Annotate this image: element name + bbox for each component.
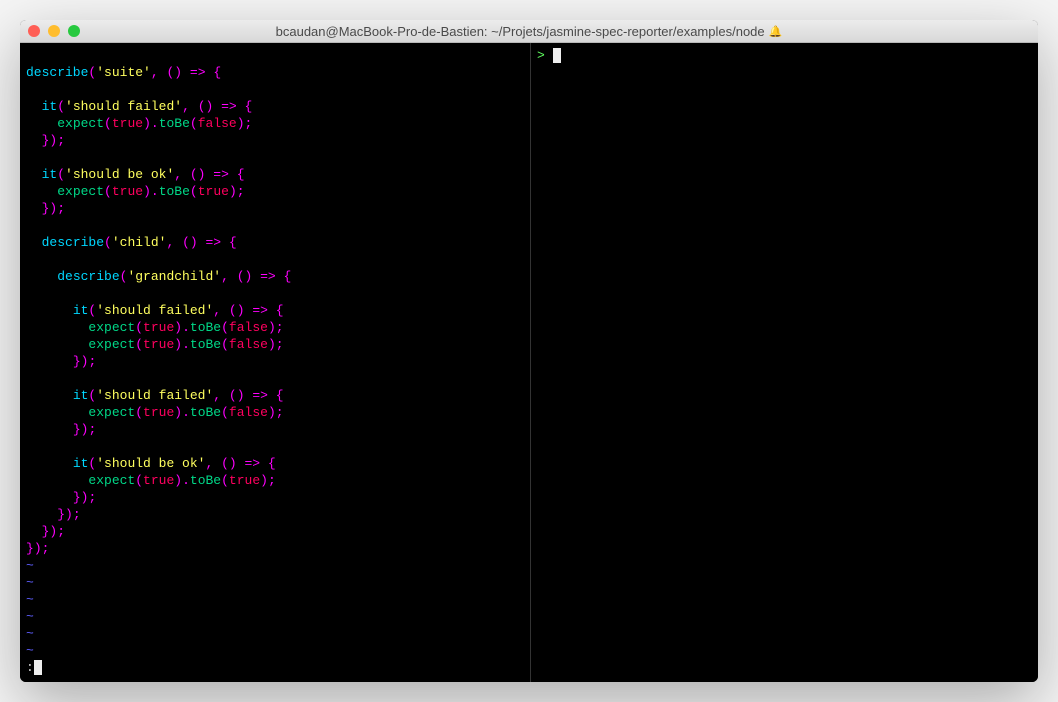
vim-tilde: ~ — [26, 592, 34, 607]
terminal-window: bcaudan@MacBook-Pro-de-Bastien: ~/Projet… — [20, 20, 1038, 682]
str-should-be-ok: 'should be ok' — [65, 167, 174, 182]
prompt: > — [537, 48, 545, 63]
str-grandchild: 'grandchild' — [127, 269, 221, 284]
vim-tilde: ~ — [26, 643, 34, 658]
zoom-icon[interactable] — [68, 25, 80, 37]
brace: { — [213, 65, 221, 80]
vim-tilde: ~ — [26, 626, 34, 641]
kw-describe: describe — [26, 65, 88, 80]
meth-expect: expect — [57, 116, 104, 131]
str-should-failed: 'should failed' — [65, 99, 182, 114]
split-panes: describe('suite', () => { it('should fai… — [20, 43, 1038, 682]
title-text: bcaudan@MacBook-Pro-de-Bastien: ~/Projet… — [276, 24, 765, 39]
vim-status: : — [26, 660, 34, 675]
meth-tobe: toBe — [159, 116, 190, 131]
shell-pane[interactable]: > — [531, 43, 1038, 682]
minimize-icon[interactable] — [48, 25, 60, 37]
kw-it: it — [42, 99, 58, 114]
arrow: => — [190, 65, 206, 80]
editor-pane[interactable]: describe('suite', () => { it('should fai… — [20, 43, 531, 682]
cursor-icon — [553, 48, 561, 63]
str-child: 'child' — [112, 235, 167, 250]
window-controls — [28, 25, 80, 37]
str-suite: 'suite' — [96, 65, 151, 80]
close-icon[interactable] — [28, 25, 40, 37]
cursor-icon — [34, 660, 42, 675]
titlebar: bcaudan@MacBook-Pro-de-Bastien: ~/Projet… — [20, 20, 1038, 43]
bool-false: false — [198, 116, 237, 131]
comma: , — [151, 65, 159, 80]
vim-tilde: ~ — [26, 558, 34, 573]
vim-tilde: ~ — [26, 609, 34, 624]
parens: () — [166, 65, 182, 80]
bool-true: true — [112, 116, 143, 131]
vim-tilde: ~ — [26, 575, 34, 590]
window-title: bcaudan@MacBook-Pro-de-Bastien: ~/Projet… — [20, 24, 1038, 39]
bell-icon: 🔔 — [769, 25, 783, 38]
